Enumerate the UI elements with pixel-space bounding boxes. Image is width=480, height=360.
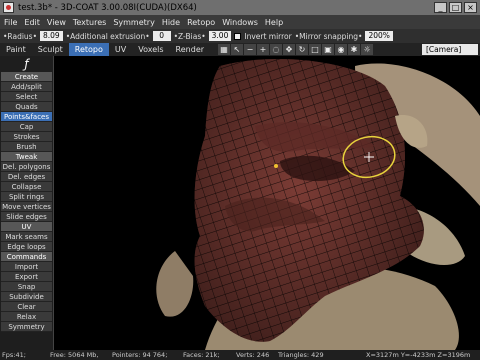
move-icon[interactable]: ✥ [283,44,296,55]
tool-button-del-polygons[interactable]: Del. polygons [1,162,52,172]
menu-hide[interactable]: Hide [162,18,180,27]
tool-button-slide-edges[interactable]: Slide edges [1,212,52,222]
tool-button-subdivide[interactable]: Subdivide [1,292,52,302]
verts-readout: Verts: 246 [236,351,270,359]
tool-button-relax[interactable]: Relax [1,312,52,322]
section-header-uv: UV [1,222,52,232]
invert-mirror-checkbox[interactable] [234,32,242,40]
zbias-label: •Z-Bias• [173,31,206,41]
pointers-readout: Pointers: 94 764; [112,351,168,359]
section-header-create: Create [1,72,52,82]
brush-stroke-icon: ƒ [24,57,29,71]
grid-icon[interactable]: ▦ [218,44,231,55]
tool-button-export[interactable]: Export [1,272,52,282]
extrusion-field[interactable]: 0 [152,31,171,41]
menu-textures[interactable]: Textures [73,18,106,27]
tool-button-add-split[interactable]: Add/split [1,82,52,92]
fps-readout: Fps:41; [2,351,26,359]
section-header-commands: Commands [1,252,52,262]
zbias-field[interactable]: 3.00 [208,31,232,41]
menu-edit[interactable]: Edit [24,18,40,27]
eye-icon[interactable]: ◉ [335,44,348,55]
cursor-icon[interactable]: ↖ [231,44,244,55]
mirror-snapping-label: •Mirror snapping• [294,31,363,41]
tab-render[interactable]: Render [170,43,210,56]
sculpt-model-render[interactable] [55,56,480,350]
viewport-3d[interactable] [55,56,480,350]
camera-dropdown[interactable]: [Camera] [422,44,478,55]
faces-readout: Faces: 21k; [183,351,220,359]
tool-button-quads[interactable]: Quads [1,102,52,112]
menu-windows[interactable]: Windows [222,18,258,27]
status-bar: Fps:41; Free: 5064 Mb, Pointers: 94 764;… [0,350,480,360]
minus-icon[interactable]: − [244,44,257,55]
tool-button-edge-loops[interactable]: Edge loops [1,242,52,252]
invert-mirror-label: Invert mirror [244,31,292,41]
tool-button-collapse[interactable]: Collapse [1,182,52,192]
tab-paint[interactable]: Paint [0,43,32,56]
room-tabs: Paint Sculpt Retopo UV Voxels Render [0,43,210,56]
extrusion-label: •Additional extrusion• [65,31,150,41]
tool-button-points-faces[interactable]: Points&faces [1,112,52,122]
square-icon[interactable]: □ [309,44,322,55]
menu-help[interactable]: Help [265,18,283,27]
menu-file[interactable]: File [4,18,17,27]
tab-sculpt[interactable]: Sculpt [32,43,69,56]
mirror-snapping-field[interactable]: 200% [365,31,393,41]
tab-uv[interactable]: UV [109,43,132,56]
radius-field[interactable]: 8.09 [40,31,63,41]
tool-button-del-edges[interactable]: Del. edges [1,172,52,182]
menu-bar: File Edit View Textures Symmetry Hide Retopo Wi… [0,15,480,29]
app-icon[interactable] [3,2,14,13]
menu-view[interactable]: View [47,18,66,27]
selected-vertex-point [274,164,278,168]
triangles-readout: Triangles: 429 [278,351,324,359]
menu-retopo[interactable]: Retopo [187,18,215,27]
tool-button-snap[interactable]: Snap [1,282,52,292]
minimize-icon[interactable]: _ [434,2,447,13]
tool-list: Create Add/split Select Quads Points&faces Ca… [0,72,53,332]
star-icon[interactable]: ✱ [348,44,361,55]
tool-button-cap[interactable]: Cap [1,122,52,132]
section-header-tweak: Tweak [1,152,52,162]
tool-button-move-vertices[interactable]: Move vertices [1,202,52,212]
tool-button-select[interactable]: Select [1,92,52,102]
menu-symmetry[interactable]: Symmetry [113,18,154,27]
tool-button-symmetry[interactable]: Symmetry [1,322,52,332]
lasso-icon[interactable]: ◌ [270,44,283,55]
free-memory-readout: Free: 5064 Mb, [50,351,99,359]
tab-voxels[interactable]: Voxels [132,43,169,56]
tab-retopo[interactable]: Retopo [68,43,109,56]
window-controls: _ □ × [434,2,477,13]
viewport-toolbar: ▦ ↖ − + ◌ ✥ ↻ □ ▣ ◉ ✱ ☼ [218,44,374,55]
rotate-icon[interactable]: ↻ [296,44,309,55]
cursor-coordinates-readout: X=3127m Y=-4233m Z=3196m [366,351,471,359]
close-icon[interactable]: × [464,2,477,13]
plus-icon[interactable]: + [257,44,270,55]
tool-button-strokes[interactable]: Strokes [1,132,52,142]
maximize-icon[interactable]: □ [449,2,462,13]
window-title: test.3b* - 3D-COAT 3.00.08I(CUDA)(DX64) [18,2,197,13]
tool-button-split-rings[interactable]: Split rings [1,192,52,202]
frame-icon[interactable]: ▣ [322,44,335,55]
tool-button-mark-seams[interactable]: Mark seams [1,232,52,242]
room-tab-bar: Paint Sculpt Retopo UV Voxels Render ▦ ↖ − + ◌ ✥ ↻ □… [0,43,480,56]
title-bar: test.3b* - 3D-COAT 3.00.08I(CUDA)(DX64) … [0,0,480,15]
retopo-tool-panel: ƒ Create Add/split Select Quads Points&faces… [0,56,54,350]
radius-label: •Radius• [3,31,37,41]
sun-icon[interactable]: ☼ [361,44,374,55]
tool-button-brush[interactable]: Brush [1,142,52,152]
tool-button-clear[interactable]: Clear [1,302,52,312]
tool-options-bar: •Radius• 8.09 •Additional extrusion• 0 •… [0,29,480,43]
tool-button-import[interactable]: Import [1,262,52,272]
